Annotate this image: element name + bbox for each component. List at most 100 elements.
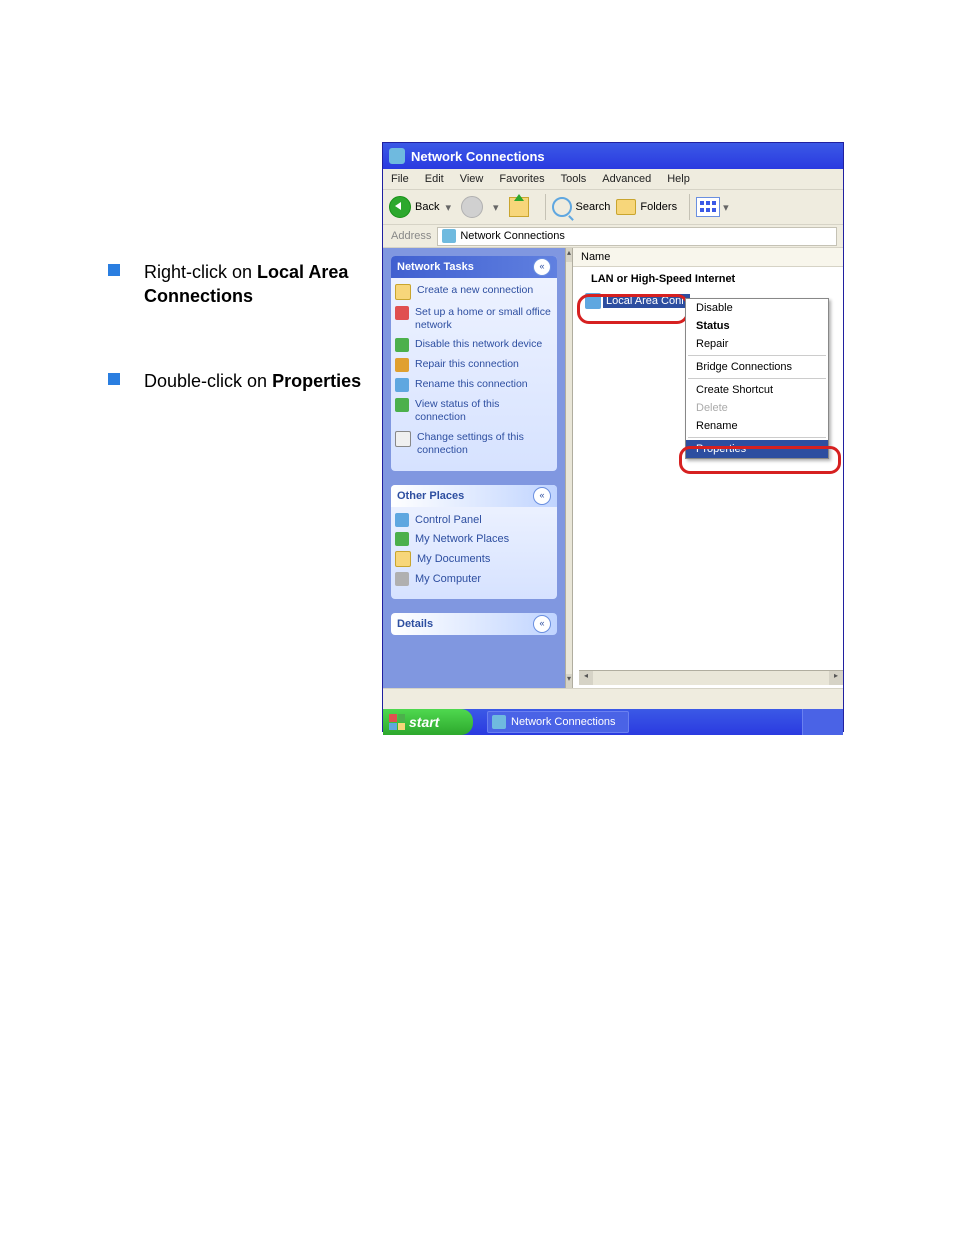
place-label: My Documents <box>417 553 490 565</box>
back-label[interactable]: Back <box>415 201 439 213</box>
views-dropdown-icon[interactable]: ▾ <box>723 201 729 214</box>
instr1-prefix: Right-click on <box>144 262 257 282</box>
cm-status[interactable]: Status <box>686 317 828 335</box>
place-my-computer[interactable]: My Computer <box>395 572 553 586</box>
task-create-new-connection[interactable]: Create a new connection <box>395 284 553 300</box>
scroll-track[interactable] <box>593 671 829 685</box>
column-header-name[interactable]: Name <box>573 248 843 267</box>
instruction-list: Right-click on Local Area Connections Do… <box>108 260 368 453</box>
scroll-left-icon[interactable]: ◂ <box>579 671 593 685</box>
panel-header-details[interactable]: Details « <box>391 613 557 635</box>
panel-title: Details <box>397 618 433 630</box>
cm-create-shortcut[interactable]: Create Shortcut <box>686 381 828 399</box>
category-lan: LAN or High-Speed Internet <box>573 267 843 289</box>
panel-body: Create a new connection Set up a home or… <box>391 278 557 471</box>
menu-file[interactable]: File <box>391 173 409 185</box>
taskbar-item-icon <box>492 715 506 729</box>
window-title: Network Connections <box>411 149 545 164</box>
instruction-text: Double-click on Properties <box>144 369 361 393</box>
context-menu: Disable Status Repair Bridge Connections… <box>685 298 829 459</box>
folders-label[interactable]: Folders <box>640 201 677 213</box>
panel-title: Network Tasks <box>397 261 474 273</box>
taskbar: start Network Connections <box>383 709 843 735</box>
place-network-places[interactable]: My Network Places <box>395 532 553 546</box>
task-label: Create a new connection <box>417 284 533 297</box>
instr2-bold: Properties <box>272 371 361 391</box>
collapse-icon[interactable]: « <box>533 487 551 505</box>
task-disable-device[interactable]: Disable this network device <box>395 338 553 352</box>
menu-edit[interactable]: Edit <box>425 173 444 185</box>
scroll-up-icon[interactable]: ▴ <box>566 248 572 262</box>
scroll-right-icon[interactable]: ▸ <box>829 671 843 685</box>
content-pane: Name LAN or High-Speed Internet Local Ar… <box>573 248 843 688</box>
titlebar[interactable]: Network Connections <box>383 143 843 169</box>
start-label: start <box>409 714 439 730</box>
cm-disable[interactable]: Disable <box>686 299 828 317</box>
new-connection-icon <box>395 284 411 300</box>
scroll-down-icon[interactable]: ▾ <box>566 674 572 688</box>
menu-help[interactable]: Help <box>667 173 690 185</box>
cm-rename[interactable]: Rename <box>686 417 828 435</box>
settings-icon <box>395 431 411 447</box>
task-change-settings[interactable]: Change settings of this connection <box>395 431 553 457</box>
vertical-scrollbar[interactable]: ▴ ▾ <box>565 248 573 688</box>
cm-separator <box>688 355 826 356</box>
computer-icon <box>395 572 409 586</box>
sidepanel: Network Tasks « Create a new connection … <box>383 248 565 688</box>
connection-label: Local Area Conn <box>603 294 690 308</box>
expand-icon[interactable]: « <box>533 615 551 633</box>
forward-button[interactable] <box>461 196 483 218</box>
control-panel-icon <box>395 513 409 527</box>
taskbar-item-network-connections[interactable]: Network Connections <box>487 711 629 733</box>
connection-local-area[interactable]: Local Area Conn <box>585 293 690 309</box>
folders-icon[interactable] <box>616 199 636 215</box>
status-icon <box>395 398 409 412</box>
place-my-documents[interactable]: My Documents <box>395 551 553 567</box>
task-repair-connection[interactable]: Repair this connection <box>395 358 553 372</box>
back-button[interactable] <box>389 196 411 218</box>
menubar: File Edit View Favorites Tools Advanced … <box>383 169 843 190</box>
menu-favorites[interactable]: Favorites <box>499 173 544 185</box>
menu-view[interactable]: View <box>460 173 484 185</box>
menu-tools[interactable]: Tools <box>561 173 587 185</box>
task-rename-connection[interactable]: Rename this connection <box>395 378 553 392</box>
cm-repair[interactable]: Repair <box>686 335 828 353</box>
address-input[interactable]: Network Connections <box>437 227 837 246</box>
collapse-icon[interactable]: « <box>533 258 551 276</box>
toolbar-separator <box>689 194 690 220</box>
views-button[interactable] <box>696 197 720 217</box>
cm-delete: Delete <box>686 399 828 417</box>
start-button[interactable]: start <box>383 709 473 735</box>
taskbar-item-label: Network Connections <box>511 716 616 728</box>
menu-advanced[interactable]: Advanced <box>602 173 651 185</box>
addressbar: Address Network Connections <box>383 225 843 248</box>
bullet-icon <box>108 264 120 276</box>
place-control-panel[interactable]: Control Panel <box>395 513 553 527</box>
setup-network-icon <box>395 306 409 320</box>
task-view-status[interactable]: View status of this connection <box>395 398 553 424</box>
repair-icon <box>395 358 409 372</box>
instruction-item: Right-click on Local Area Connections <box>108 260 368 309</box>
cm-properties[interactable]: Properties <box>686 440 828 458</box>
search-label[interactable]: Search <box>576 201 611 213</box>
panel-header-network-tasks[interactable]: Network Tasks « <box>391 256 557 278</box>
network-places-icon <box>395 532 409 546</box>
task-label: Disable this network device <box>415 338 542 351</box>
cm-bridge[interactable]: Bridge Connections <box>686 358 828 376</box>
toolbar-separator <box>545 194 546 220</box>
horizontal-scrollbar[interactable]: ◂ ▸ <box>579 670 843 685</box>
search-icon[interactable] <box>552 197 572 217</box>
address-label: Address <box>391 230 431 242</box>
task-label: Change settings of this connection <box>417 431 553 457</box>
panel-header-other-places[interactable]: Other Places « <box>391 485 557 507</box>
documents-icon <box>395 551 411 567</box>
task-label: Set up a home or small office network <box>415 306 553 332</box>
cm-separator <box>688 437 826 438</box>
system-tray[interactable] <box>802 709 843 735</box>
panel-title: Other Places <box>397 490 464 502</box>
panel-details: Details « <box>391 613 557 635</box>
forward-dropdown-icon[interactable]: ▾ <box>493 201 499 214</box>
up-button[interactable] <box>509 197 529 217</box>
back-dropdown-icon[interactable]: ▾ <box>445 201 451 214</box>
task-setup-network[interactable]: Set up a home or small office network <box>395 306 553 332</box>
